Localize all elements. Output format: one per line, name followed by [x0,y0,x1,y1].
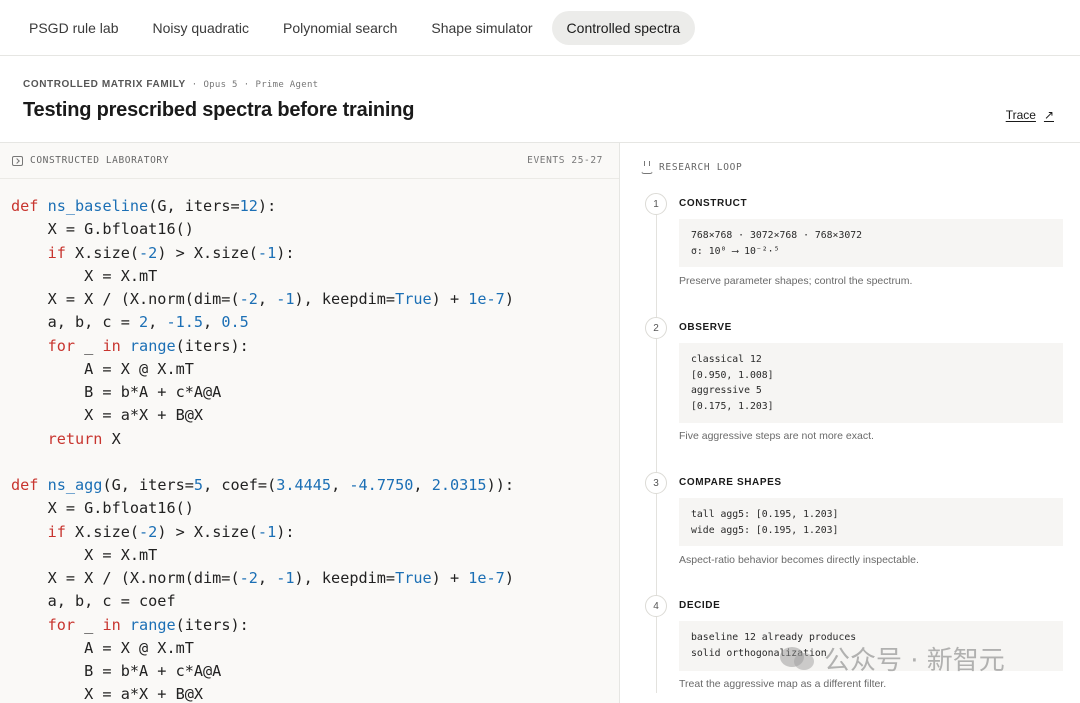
page-title: Testing prescribed spectra before traini… [23,99,415,121]
tab-bar: PSGD rule lab Noisy quadratic Polynomial… [0,0,1080,56]
terminal-icon [12,155,23,166]
code-panel: CONSTRUCTED LABORATORY EVENTS 25-27 def … [0,143,620,703]
output-line: [0.950, 1.008] [691,369,774,381]
tab-polynomial-search[interactable]: Polynomial search [268,11,412,45]
research-loop-panel: RESEARCH LOOP 1 CONSTRUCT 768×768 · 3072… [621,143,1080,703]
step-note: Treat the aggressive map as a different … [679,678,887,690]
step-output: classical 12 [0.950, 1.008] aggressive 5 [0… [679,343,1063,423]
step-title: COMPARE SHAPES [679,477,782,488]
events-range: EVENTS 25-27 [527,155,603,166]
step-note: Preserve parameter shapes; control the s… [679,275,913,287]
watermark: 公众号 · 新智元 [780,640,1005,677]
code-panel-label: CONSTRUCTED LABORATORY [12,155,169,166]
tab-controlled-spectra[interactable]: Controlled spectra [551,10,696,45]
eyebrow-sep: · [243,80,250,90]
output-line: aggressive 5 [691,385,762,396]
arrow-up-right-icon: ↗ [1043,108,1054,122]
eyebrow-sep: · [191,80,198,90]
trace-label: Trace [1005,108,1036,122]
code-block: def ns_baseline(G, iters=12): X = G.bflo… [11,197,515,703]
output-line: classical 12 [691,354,762,365]
tab-shape-simulator[interactable]: Shape simulator [416,11,547,45]
eyebrow-model: Opus 5 [203,80,238,90]
code-panel-header: CONSTRUCTED LABORATORY EVENTS 25-27 [0,143,619,179]
step-note: Aspect-ratio behavior becomes directly i… [679,554,919,566]
step-number: 1 [645,193,667,215]
output-line: σ: 10⁰ ⟶ 10⁻²·⁵ [691,245,780,257]
wechat-icon [780,645,816,673]
flask-icon [641,161,651,173]
timeline-line [656,203,657,693]
output-line: tall agg5: [0.195, 1.203] [691,509,839,520]
watermark-text: 公众号 · 新智元 [824,646,1005,676]
step-note: Five aggressive steps are not more exact… [679,430,874,442]
step-number: 2 [645,317,667,339]
tab-noisy-quadratic[interactable]: Noisy quadratic [137,11,264,45]
step-title: OBSERVE [679,322,732,333]
step-title: CONSTRUCT [679,198,748,209]
step-output: tall agg5: [0.195, 1.203] wide agg5: [0.1… [679,498,1063,546]
output-line: wide agg5: [0.195, 1.203] [691,524,839,536]
step-output: 768×768 · 3072×768 · 768×3072 σ: 10⁰ ⟶ 10… [679,219,1063,267]
tab-psgd-rule-lab[interactable]: PSGD rule lab [14,11,133,45]
trace-link[interactable]: Trace ↗ [1006,108,1054,122]
eyebrow: CONTROLLED MATRIX FAMILY · Opus 5 · Prim… [23,79,318,90]
eyebrow-agent: Prime Agent [255,80,319,90]
output-line: [0.175, 1.203] [691,400,774,412]
step-title: DECIDE [679,600,721,611]
eyebrow-family: CONTROLLED MATRIX FAMILY [23,79,186,90]
output-line: 768×768 · 3072×768 · 768×3072 [691,230,863,241]
step-number: 3 [645,472,667,494]
page-header: CONTROLLED MATRIX FAMILY · Opus 5 · Prim… [0,56,1080,143]
step-number: 4 [645,595,667,617]
constructed-laboratory-label: CONSTRUCTED LABORATORY [30,155,170,166]
research-loop-label: RESEARCH LOOP [659,161,743,173]
research-loop-header: RESEARCH LOOP [641,161,742,173]
